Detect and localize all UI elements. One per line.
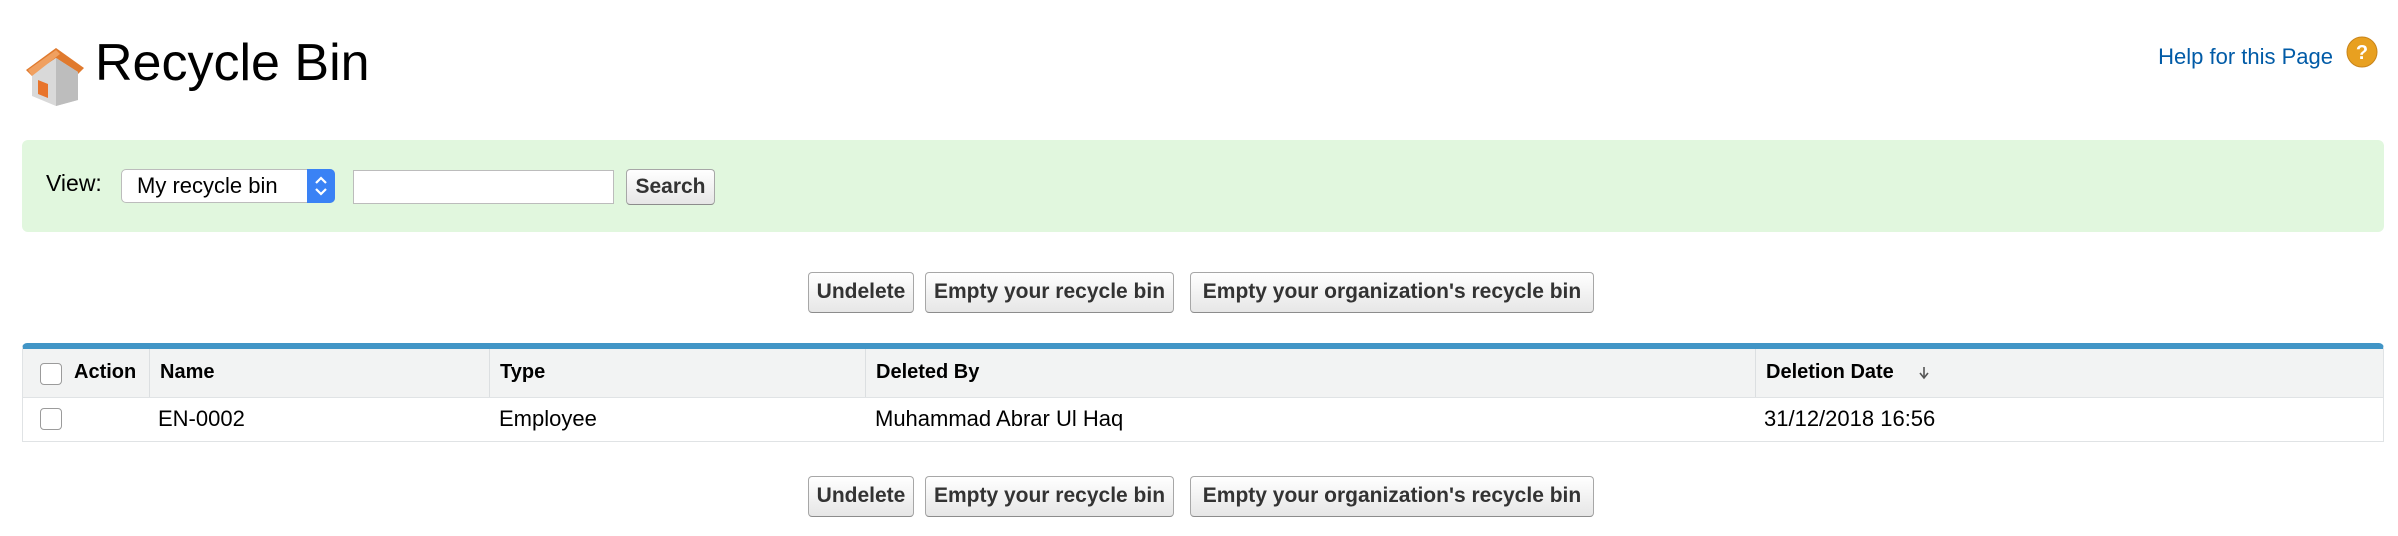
view-select[interactable]: My recycle bin: [121, 169, 335, 203]
row-checkbox[interactable]: [40, 408, 62, 430]
view-label: View:: [46, 170, 102, 196]
empty-org-recycle-bin-button-top[interactable]: Empty your organization's recycle bin: [1190, 272, 1594, 313]
empty-org-recycle-bin-button-bottom[interactable]: Empty your organization's recycle bin: [1190, 476, 1594, 517]
column-header-name[interactable]: Name: [160, 349, 214, 397]
search-button[interactable]: Search: [626, 169, 715, 205]
column-header-action: Action: [74, 361, 137, 383]
select-arrows-icon: [307, 169, 335, 203]
deletion-date-label: Deletion Date: [1766, 361, 1894, 383]
column-divider: [149, 349, 150, 397]
page-title: Recycle Bin: [95, 34, 370, 92]
undelete-button-bottom[interactable]: Undelete: [808, 476, 914, 517]
column-divider: [489, 349, 490, 397]
row-type: Employee: [499, 406, 597, 431]
table-row: EN-0002 Employee Muhammad Abrar Ul Haq 3…: [23, 397, 2383, 441]
question-mark-icon[interactable]: ?: [2346, 36, 2378, 68]
row-name: EN-0002: [158, 406, 245, 431]
page-header: Recycle Bin Help for this Page ?: [0, 0, 2398, 130]
column-divider: [1755, 349, 1756, 397]
search-input[interactable]: [353, 170, 614, 204]
row-deleted-by: Muhammad Abrar Ul Haq: [875, 406, 1124, 431]
empty-recycle-bin-button-top[interactable]: Empty your recycle bin: [925, 272, 1174, 313]
recycle-bin-table: Action Name Type Deleted By Deletion Dat…: [22, 343, 2384, 442]
view-filter-bar: View: My recycle bin Search: [22, 140, 2384, 232]
empty-recycle-bin-button-bottom[interactable]: Empty your recycle bin: [925, 476, 1174, 517]
column-header-deleted-by[interactable]: Deleted By: [876, 349, 979, 397]
house-icon: [26, 48, 84, 106]
undelete-button-top[interactable]: Undelete: [808, 272, 914, 313]
row-deletion-date: 31/12/2018 16:56: [1764, 406, 1936, 431]
column-header-type[interactable]: Type: [500, 349, 545, 397]
arrow-down-icon: [1919, 367, 1929, 380]
column-header-deletion-date[interactable]: Deletion Date: [1766, 349, 1929, 397]
table-header: Action Name Type Deleted By Deletion Dat…: [23, 349, 2383, 398]
view-select-value: My recycle bin: [137, 173, 278, 198]
select-all-checkbox[interactable]: [40, 363, 62, 385]
help-link[interactable]: Help for this Page: [2158, 40, 2333, 74]
column-divider: [865, 349, 866, 397]
svg-text:?: ?: [2356, 42, 2368, 64]
